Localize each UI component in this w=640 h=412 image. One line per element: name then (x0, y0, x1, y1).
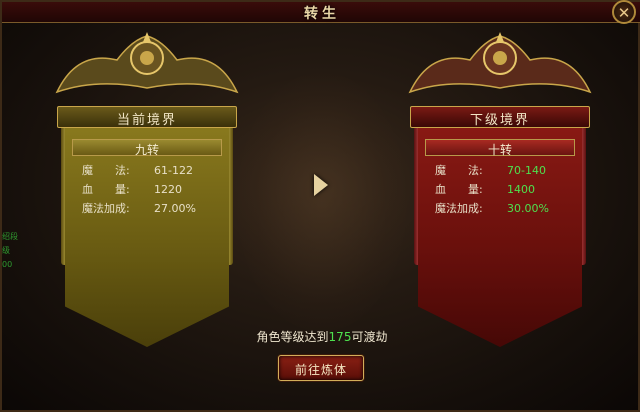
stat-value: 27.00% (154, 202, 196, 215)
stat-row: 魔 法: 61-122 (82, 161, 232, 180)
crest-emblem-icon (408, 32, 592, 94)
stat-value: 1220 (154, 183, 182, 196)
title-bar: 转生 ✕ (2, 0, 640, 24)
stat-row: 魔 法: 70-140 (435, 161, 585, 180)
button-label: 前往炼体 (294, 363, 347, 377)
stat-value: 1400 (507, 183, 535, 196)
stat-label: 血 量: (82, 183, 130, 196)
next-realm-panel: 下级境界 十转 魔 法: 70-140 血 量: 1400 魔法加成: 30.00% (400, 30, 600, 347)
stat-row: 魔法加成: 30.00% (435, 199, 585, 218)
crest-emblem-icon (55, 32, 239, 94)
requirement-suffix: 可渡劫 (351, 330, 388, 344)
stat-value: 61-122 (154, 164, 193, 177)
realm-header: 下级境界 (410, 106, 590, 128)
tier-bar: 九转 (72, 139, 222, 157)
stat-label: 魔法加成: (435, 202, 483, 215)
tier-label: 九转 (134, 143, 159, 157)
stat-row: 血 量: 1220 (82, 180, 232, 199)
stat-label: 魔 法: (435, 164, 483, 177)
reincarnation-window: 转生 ✕ 绍段 级 00 当前境界 九转 魔 法: 61-122 血 量: 1220… (0, 0, 640, 412)
stat-list: 魔 法: 70-140 血 量: 1400 魔法加成: 30.00% (435, 161, 585, 218)
stat-label: 魔 法: (82, 164, 130, 177)
go-refine-body-button[interactable]: 前往炼体 (278, 355, 364, 381)
stat-value: 30.00% (507, 202, 549, 215)
side-text: 绍段 级 00 (2, 230, 18, 272)
realm-header: 当前境界 (57, 106, 237, 128)
side-text-line: 级 (2, 246, 10, 255)
stat-value: 70-140 (507, 164, 546, 177)
tier-label: 十转 (487, 143, 512, 157)
requirement-prefix: 角色等级达到 (256, 330, 329, 344)
realm-header-label: 当前境界 (116, 113, 177, 128)
stat-label: 魔法加成: (82, 202, 130, 215)
arrow-right-icon (314, 174, 328, 196)
stat-row: 魔法加成: 27.00% (82, 199, 232, 218)
window-title: 转生 (304, 6, 340, 22)
stat-list: 魔 法: 61-122 血 量: 1220 魔法加成: 27.00% (82, 161, 232, 218)
current-realm-panel: 当前境界 九转 魔 法: 61-122 血 量: 1220 魔法加成: 27.00% (47, 30, 247, 347)
level-requirement: 角色等级达到175可渡劫 (2, 328, 640, 345)
stat-label: 血 量: (435, 183, 483, 196)
side-text-line: 00 (2, 260, 13, 269)
close-icon[interactable]: ✕ (612, 0, 636, 24)
required-level: 175 (328, 330, 352, 344)
background-rune (237, 72, 407, 332)
realm-header-label: 下级境界 (469, 113, 530, 128)
side-text-line: 绍段 (2, 232, 18, 241)
tier-bar: 十转 (425, 139, 575, 157)
stat-row: 血 量: 1400 (435, 180, 585, 199)
